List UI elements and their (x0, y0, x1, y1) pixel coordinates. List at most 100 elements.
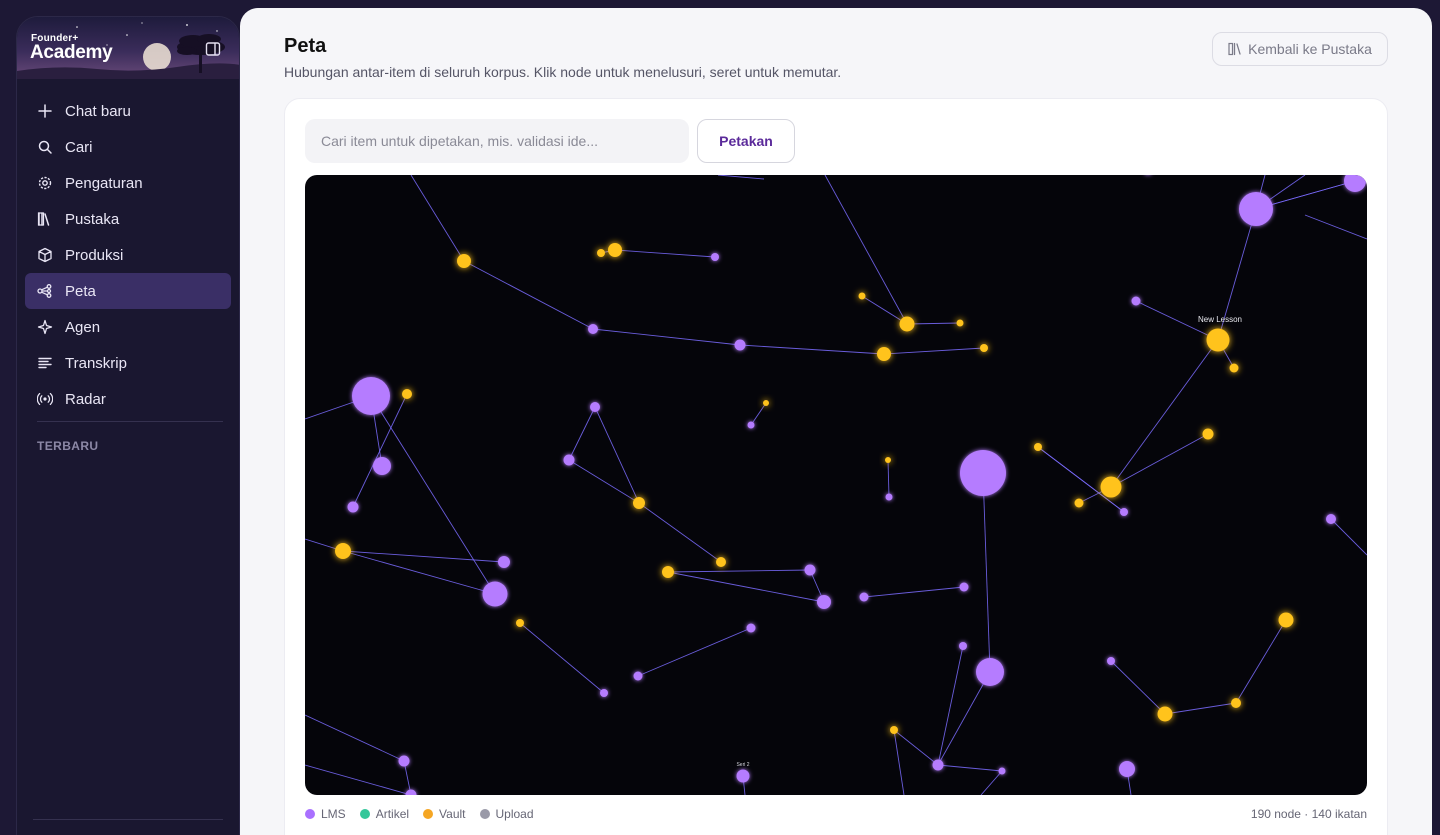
brand-banner[interactable]: Founder+ Academy (17, 17, 239, 79)
map-submit-button[interactable]: Petakan (697, 119, 795, 163)
graph-node-vault[interactable] (1034, 443, 1042, 451)
sidebar-item-agen[interactable]: Agen (25, 309, 231, 345)
graph-node-vault[interactable] (608, 243, 622, 257)
graph-node-lms[interactable] (747, 421, 755, 429)
graph-node-lms[interactable] (1107, 657, 1115, 665)
sidebar-item-pengaturan[interactable]: Pengaturan (25, 165, 231, 201)
graph-node-vault[interactable] (1206, 328, 1230, 352)
graph-node-lms[interactable] (959, 642, 967, 650)
graph-node-vault[interactable] (956, 319, 964, 327)
graph-edge (638, 502, 722, 563)
graph-node-vault[interactable] (402, 389, 412, 399)
graph-node-vault[interactable] (597, 249, 605, 257)
graph-node-lms[interactable] (1131, 296, 1141, 306)
graph-edge (937, 645, 964, 766)
sidebar-item-label: Chat baru (65, 102, 131, 120)
graph-node-lms[interactable] (1120, 508, 1128, 516)
graph-node-lms[interactable] (600, 689, 608, 697)
graph-node-vault[interactable] (885, 457, 891, 463)
back-button-label: Kembali ke Pustaka (1248, 41, 1372, 57)
graph-node-lms[interactable] (498, 556, 510, 568)
graph-node-vault[interactable] (1278, 612, 1294, 628)
graph-node-vault[interactable] (858, 292, 866, 300)
graph-edge (717, 175, 765, 180)
graph-node-vault[interactable] (1074, 498, 1084, 508)
page-subtitle: Hubungan antar-item di seluruh korpus. K… (284, 64, 842, 80)
graph-edge (1110, 339, 1219, 488)
graph-node-vault[interactable] (890, 726, 898, 734)
graph-edge (342, 550, 505, 563)
graph-node-lms[interactable] (976, 658, 1004, 686)
graph-node-lms[interactable] (711, 253, 719, 261)
graph-node-lms[interactable] (588, 324, 598, 334)
graph-node-lms[interactable] (398, 755, 410, 767)
graph-node-lms[interactable] (1326, 514, 1336, 524)
graph-edge (980, 770, 1003, 795)
graph-node-vault[interactable] (516, 619, 524, 627)
graph-node-lms[interactable] (633, 671, 643, 681)
sidebar-item-radar[interactable]: Radar (25, 381, 231, 417)
graph-edge (1164, 702, 1237, 715)
sidebar-item-label: Transkrip (65, 354, 127, 372)
graph-stats: 190 node · 140 ikatan (1250, 807, 1367, 821)
graph-node-vault[interactable] (1229, 363, 1239, 373)
graph-node-vault[interactable] (877, 347, 891, 361)
graph-node-lms[interactable] (959, 582, 969, 592)
graph-edge (861, 295, 908, 325)
graph-node-lms[interactable] (352, 377, 390, 415)
box-icon (38, 247, 52, 263)
graph-node-vault[interactable] (1100, 476, 1122, 498)
sidebar-item-pustaka[interactable]: Pustaka (25, 201, 231, 237)
sidebar-item-produksi[interactable]: Produksi (25, 237, 231, 273)
sidebar-item-cari[interactable]: Cari (25, 129, 231, 165)
bottom-divider (33, 819, 223, 820)
graph-node-vault[interactable] (457, 254, 471, 268)
graph-edge (568, 406, 596, 461)
graph-node-lms[interactable] (1119, 761, 1135, 777)
graph-edge (1304, 214, 1367, 240)
graph-edge (305, 714, 405, 762)
graph-node-lms[interactable] (590, 402, 600, 412)
graph-node-lms[interactable] (482, 581, 508, 607)
graph-node-lms[interactable] (746, 623, 756, 633)
graph-node-lms[interactable] (734, 339, 746, 351)
sidebar-item-transkrip[interactable]: Transkrip (25, 345, 231, 381)
graph-node-vault[interactable] (1231, 698, 1241, 708)
graph-node-vault[interactable] (1157, 706, 1173, 722)
back-to-library-button[interactable]: Kembali ke Pustaka (1212, 32, 1388, 66)
graph-node-vault[interactable] (980, 344, 988, 352)
graph-edge (937, 671, 991, 766)
graph-node-lms[interactable] (804, 564, 816, 576)
graph-node-lms[interactable] (1344, 175, 1366, 192)
graph-node-lms[interactable] (373, 457, 391, 475)
graph-node-lms[interactable] (1239, 192, 1273, 226)
graph-node-vault[interactable] (899, 316, 915, 332)
graph-node-lms[interactable] (347, 501, 359, 513)
graph-node-vault[interactable] (662, 566, 674, 578)
graph-node-lms[interactable] (859, 592, 869, 602)
graph-node-lms[interactable] (932, 759, 944, 771)
graph-svg[interactable]: New Lesson Seri 2 (305, 175, 1367, 795)
sidebar-item-peta[interactable]: Peta (25, 273, 231, 309)
graph-node-lms[interactable] (817, 595, 831, 609)
graph-node-lms[interactable] (960, 450, 1006, 496)
graph-node-lms[interactable] (563, 454, 575, 466)
graph-edge (592, 328, 741, 346)
graph-node-lms[interactable] (736, 769, 750, 783)
sidebar-item-chat-baru[interactable]: Chat baru (25, 93, 231, 129)
graph-node-lms[interactable] (405, 789, 417, 796)
graph-node-lms[interactable] (885, 493, 893, 501)
graph-node-vault[interactable] (633, 497, 645, 509)
sidebar-collapse-icon[interactable] (205, 41, 221, 57)
graph-edge (305, 764, 412, 795)
graph-node-lms[interactable] (998, 767, 1006, 775)
graph-node-vault[interactable] (716, 557, 726, 567)
graph-canvas[interactable]: New Lesson Seri 2 (305, 175, 1367, 795)
lines-icon (38, 357, 52, 369)
graph-node-vault[interactable] (335, 543, 351, 559)
graph-node-vault[interactable] (1202, 428, 1214, 440)
legend-item-upload: Upload (479, 807, 534, 821)
map-search-input[interactable] (305, 119, 689, 163)
graph-edge (667, 569, 811, 573)
graph-node-vault[interactable] (763, 400, 769, 406)
